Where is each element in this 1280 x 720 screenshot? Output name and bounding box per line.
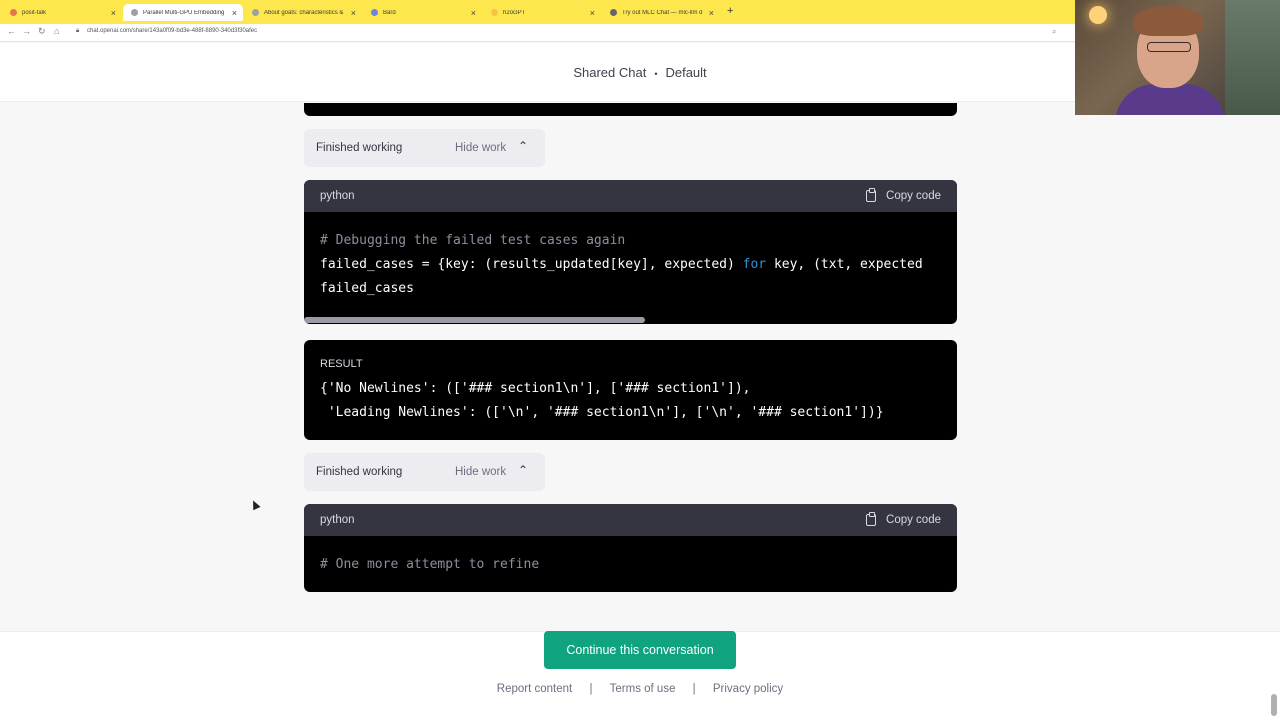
code-line: # Debugging the failed test cases again — [320, 233, 626, 248]
clipboard-icon — [866, 512, 877, 526]
chevron-up-icon[interactable]: ⌃ — [518, 463, 528, 477]
hide-work-button[interactable]: Hide work — [455, 466, 506, 478]
tab-parallel-multi-gpu[interactable]: Parallel Multi-GPU Embedding × — [123, 4, 243, 21]
reload-icon[interactable]: ↻ — [38, 26, 46, 37]
tab-mlc-chat[interactable]: Try out MLC Chat — mlc-llm d × — [602, 4, 720, 21]
close-icon[interactable]: × — [351, 8, 356, 18]
tab-about-goats[interactable]: About goats: characteristics & × — [244, 4, 362, 21]
close-icon[interactable]: × — [590, 8, 595, 18]
clipboard-icon — [866, 188, 877, 202]
privacy-policy-link[interactable]: Privacy policy — [713, 683, 783, 695]
footer-links: Report content | Terms of use | Privacy … — [496, 683, 784, 695]
code-block: python Copy code # Debugging the failed … — [304, 180, 957, 324]
lamp-light — [1089, 6, 1107, 24]
copy-code-button[interactable]: Copy code — [866, 188, 941, 202]
webcam-overlay — [1075, 0, 1280, 115]
presenter-hair — [1133, 6, 1203, 36]
lock-icon: 🔒︎ — [76, 28, 80, 34]
copy-code-button[interactable]: Copy code — [866, 512, 941, 526]
home-icon[interactable]: ⌂ — [54, 26, 59, 36]
close-icon[interactable]: × — [471, 8, 476, 18]
result-block: RESULT {'No Newlines': (['### section1\n… — [304, 340, 957, 440]
terms-of-use-link[interactable]: Terms of use — [610, 683, 676, 695]
hide-work-button[interactable]: Hide work — [455, 142, 506, 154]
finished-working-panel: Finished working Hide work ⌃ — [304, 129, 545, 167]
tab-favicon-icon — [10, 9, 17, 16]
tab-favicon-icon — [610, 9, 617, 16]
tab-favicon-icon — [252, 9, 259, 16]
tab-h2ogpt[interactable]: h2oGPT × — [483, 4, 601, 21]
tab-posit-talk[interactable]: posit-talk × — [2, 4, 122, 21]
tab-favicon-icon — [131, 9, 138, 16]
horizontal-scrollbar[interactable] — [304, 317, 645, 323]
zoom-icon[interactable]: ⌕ — [1052, 27, 1056, 37]
footer: Continue this conversation Report conten… — [0, 631, 1280, 720]
code-line: failed_cases — [320, 281, 414, 296]
page-scrollbar[interactable] — [1271, 694, 1277, 716]
close-icon[interactable]: × — [709, 8, 714, 18]
result-line: 'Leading Newlines': (['\n', '### section… — [320, 405, 884, 420]
code-block-header: python Copy code — [304, 504, 957, 536]
code-block-previous — [304, 103, 957, 116]
url-input[interactable]: chat.openai.com/share/143a0f09-bd3e-488f… — [87, 28, 257, 34]
result-line: {'No Newlines': (['### section1\n'], ['#… — [320, 381, 751, 396]
chat-content: Finished working Hide work ⌃ python Copy… — [0, 103, 1280, 630]
tab-favicon-icon — [371, 9, 378, 16]
code-line: # One more attempt to refine — [320, 557, 540, 572]
code-line: failed_cases = {key: (results_updated[ke… — [320, 257, 923, 272]
presenter-body — [1115, 84, 1225, 115]
tab-bard[interactable]: Bard × — [363, 4, 482, 21]
forward-icon[interactable]: → — [22, 26, 31, 36]
continue-conversation-button[interactable]: Continue this conversation — [544, 631, 736, 669]
close-icon[interactable]: × — [232, 8, 237, 18]
new-tab-button[interactable]: + — [727, 5, 733, 17]
finished-working-panel: Finished working Hide work ⌃ — [304, 453, 545, 491]
report-content-link[interactable]: Report content — [497, 683, 572, 695]
close-icon[interactable]: × — [111, 8, 116, 18]
back-icon[interactable]: ← — [7, 26, 16, 36]
code-block-header: python Copy code — [304, 180, 957, 212]
presenter-glasses — [1147, 42, 1191, 52]
tab-favicon-icon — [491, 9, 498, 16]
chevron-up-icon[interactable]: ⌃ — [518, 139, 528, 153]
code-block: python Copy code # One more attempt to r… — [304, 504, 957, 592]
